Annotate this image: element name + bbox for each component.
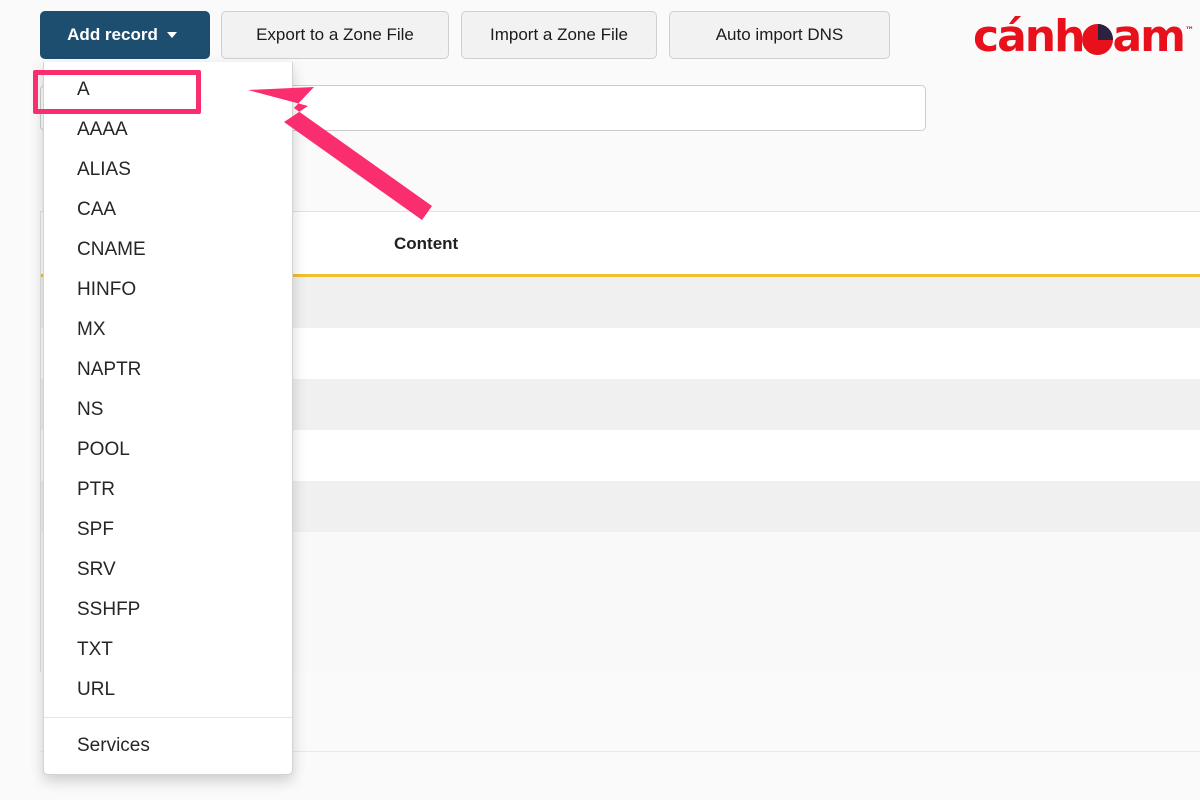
menu-item-ns[interactable]: NS: [44, 390, 292, 430]
menu-item-hinfo[interactable]: HINFO: [44, 270, 292, 310]
pie-chart-icon: [1082, 24, 1114, 55]
brand-logo[interactable]: cánh am™: [973, 14, 1194, 60]
menu-item-aaaa[interactable]: AAAA: [44, 110, 292, 150]
add-record-dropdown-menu: A AAAA ALIAS CAA CNAME HINFO MX NAPTR NS…: [43, 62, 293, 775]
menu-divider: [44, 717, 292, 718]
import-zone-file-button[interactable]: Import a Zone File: [461, 11, 657, 59]
menu-item-alias[interactable]: ALIAS: [44, 150, 292, 190]
menu-item-ptr[interactable]: PTR: [44, 470, 292, 510]
menu-item-caa[interactable]: CAA: [44, 190, 292, 230]
column-header-content: Content: [394, 234, 459, 253]
auto-import-dns-button[interactable]: Auto import DNS: [669, 11, 890, 59]
trademark-symbol: ™: [1185, 26, 1194, 36]
menu-item-url[interactable]: URL: [44, 670, 292, 710]
add-record-label: Add record: [67, 25, 158, 44]
menu-item-services[interactable]: Services: [44, 726, 292, 766]
export-zone-file-button[interactable]: Export to a Zone File: [221, 11, 449, 59]
menu-item-cname[interactable]: CNAME: [44, 230, 292, 270]
menu-item-a[interactable]: A: [44, 70, 292, 110]
brand-name-part2: am: [1112, 11, 1186, 62]
chevron-down-icon: [166, 32, 177, 38]
export-zone-file-label: Export to a Zone File: [256, 25, 414, 44]
menu-item-txt[interactable]: TXT: [44, 630, 292, 670]
menu-item-srv[interactable]: SRV: [44, 550, 292, 590]
menu-item-spf[interactable]: SPF: [44, 510, 292, 550]
menu-item-naptr[interactable]: NAPTR: [44, 350, 292, 390]
add-record-button[interactable]: Add record: [40, 11, 210, 59]
auto-import-dns-label: Auto import DNS: [715, 25, 844, 44]
menu-item-pool[interactable]: POOL: [44, 430, 292, 470]
page-root: Add record Export to a Zone File Import …: [0, 0, 1200, 800]
menu-item-sshfp[interactable]: SSHFP: [44, 590, 292, 630]
import-zone-file-label: Import a Zone File: [490, 25, 628, 44]
brand-name-part1: cánh: [973, 11, 1085, 62]
brand-logo-text: cánh am™: [973, 15, 1194, 59]
menu-item-mx[interactable]: MX: [44, 310, 292, 350]
